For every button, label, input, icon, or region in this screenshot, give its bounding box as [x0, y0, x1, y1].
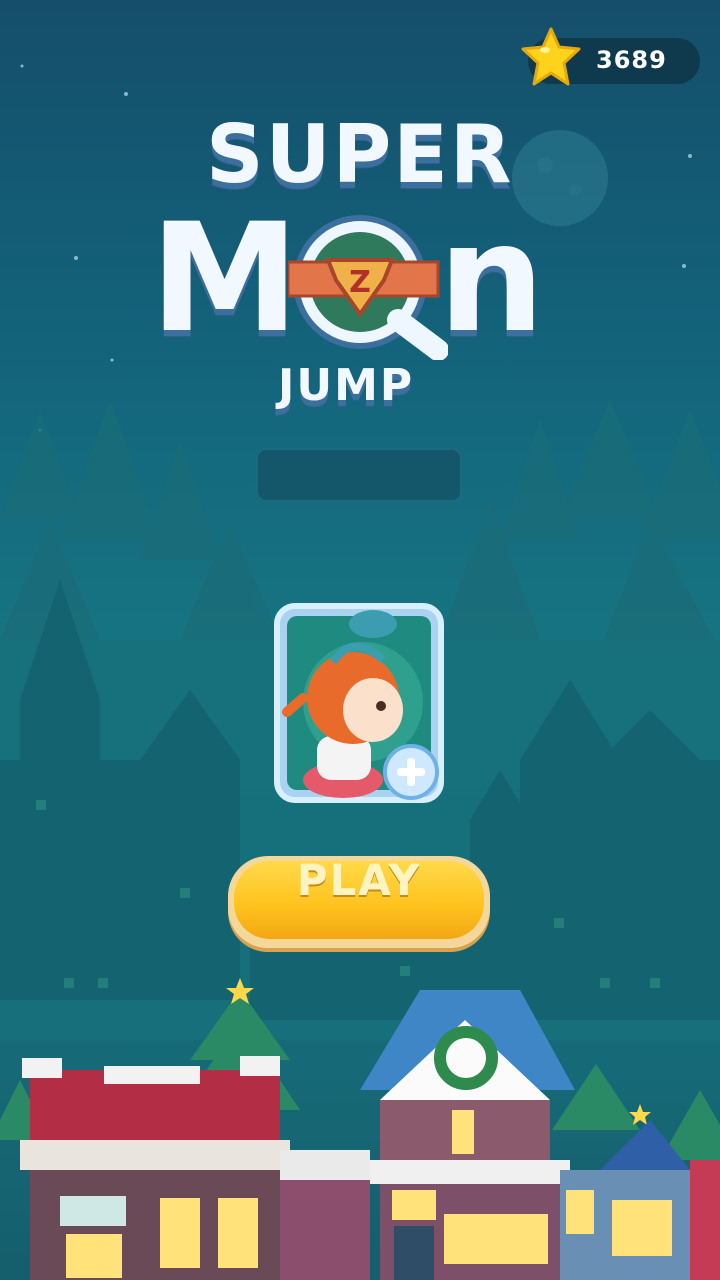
title-word-jump: JUMP: [278, 360, 415, 411]
player-name-field[interactable]: [256, 448, 462, 502]
character-avatar-button[interactable]: [273, 602, 445, 804]
star-icon: [521, 27, 581, 86]
plus-icon: [383, 744, 439, 800]
play-button[interactable]: PLAY: [228, 856, 490, 948]
title-letter-n: n: [438, 192, 545, 366]
play-label: PLAY: [296, 856, 422, 905]
emblem-letter: Z: [349, 265, 371, 300]
coin-count: 3689: [596, 46, 667, 74]
title-letter-m: M: [150, 192, 300, 366]
title-word-super: SUPER: [206, 108, 514, 201]
z-emblem-icon: Z: [288, 215, 448, 360]
